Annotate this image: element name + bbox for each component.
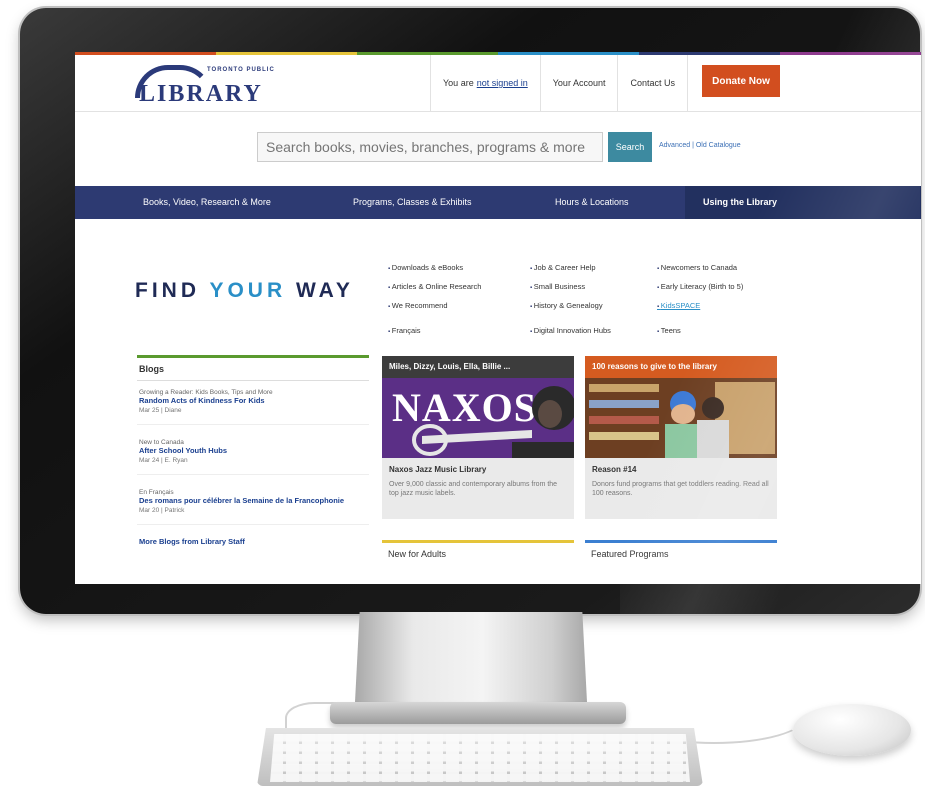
blog-item: En Français Des romans pour célébrer la … — [137, 475, 369, 525]
search-input[interactable] — [257, 132, 603, 162]
blog-title[interactable]: Random Acts of Kindness For Kids — [139, 396, 367, 405]
quick-link[interactable]: KidsSPACE — [657, 297, 743, 316]
contact-us-link[interactable]: Contact Us — [617, 55, 688, 111]
monitor-bezel: TORONTO PUBLIC LIBRARY You are not signe… — [20, 8, 921, 614]
quick-link[interactable]: Newcomers to Canada — [657, 259, 743, 278]
site-header: TORONTO PUBLIC LIBRARY You are not signe… — [75, 55, 921, 112]
keyboard-keys — [270, 734, 690, 782]
browser-screen: TORONTO PUBLIC LIBRARY You are not signe… — [75, 52, 921, 584]
reasons-card-title[interactable]: Reason #14 — [585, 458, 777, 474]
new-for-adults-heading[interactable]: New for Adults — [382, 540, 574, 565]
blog-meta: Mar 20 | Patrick — [139, 507, 185, 514]
quick-link[interactable]: Early Literacy (Birth to 5) — [657, 278, 744, 297]
blogs-panel: Blogs Growing a Reader: Kids Books, Tips… — [137, 355, 369, 556]
naxos-card-title[interactable]: Naxos Jazz Music Library — [382, 458, 574, 474]
quick-link[interactable]: Small Business — [530, 278, 611, 297]
quick-links-col1: Downloads & eBooks Articles & Online Res… — [388, 259, 482, 341]
quick-link[interactable]: Digital Innovation Hubs — [530, 322, 611, 341]
signin-link[interactable]: not signed in — [477, 78, 528, 88]
nav-hours-locations[interactable]: Hours & Locations — [555, 197, 629, 207]
quick-link[interactable]: Teens — [657, 322, 743, 341]
quick-link[interactable]: Job & Career Help — [530, 259, 611, 278]
reasons-card[interactable]: 100 reasons to give to the library Reaso… — [585, 356, 777, 519]
monitor-stand-neck — [355, 612, 587, 702]
blog-category[interactable]: New to Canada — [139, 439, 367, 446]
search-advanced-links[interactable]: Advanced | Old Catalogue — [659, 142, 741, 149]
signin-status: You are not signed in — [430, 55, 540, 111]
kids-reading-photo-icon — [585, 378, 777, 458]
reasons-card-image — [585, 378, 777, 458]
reasons-card-text: Donors fund programs that get toddlers r… — [592, 481, 769, 497]
featured-programs-heading[interactable]: Featured Programs — [585, 540, 777, 565]
logo-small-text: TORONTO PUBLIC — [207, 67, 275, 73]
monitor-stand-base — [330, 702, 626, 724]
blog-item: New to Canada After School Youth Hubs Ma… — [137, 425, 369, 475]
more-blogs-link[interactable]: More Blogs from Library Staff — [139, 537, 367, 546]
blog-item: Growing a Reader: Kids Books, Tips and M… — [137, 381, 369, 425]
search-row: Search Advanced | Old Catalogue — [75, 112, 921, 186]
naxos-card[interactable]: Miles, Dizzy, Louis, Ella, Billie ... NA… — [382, 356, 574, 519]
quick-link[interactable]: We Recommend — [388, 297, 481, 316]
nav-programs[interactable]: Programs, Classes & Exhibits — [353, 197, 472, 207]
nav-using-library[interactable]: Using the Library — [703, 197, 777, 207]
blog-category[interactable]: Growing a Reader: Kids Books, Tips and M… — [139, 389, 367, 396]
find-your-way-heading: FIND YOUR WAY — [135, 279, 354, 303]
blogs-heading: Blogs — [137, 355, 369, 381]
logo-main-text: LIBRARY — [139, 81, 263, 107]
blog-item: More Blogs from Library Staff — [137, 525, 369, 556]
signin-prefix: You are — [443, 78, 474, 88]
reasons-card-heading: 100 reasons to give to the library — [585, 356, 777, 378]
find-word-2: YOUR — [209, 279, 287, 302]
donate-button[interactable]: Donate Now — [702, 65, 780, 97]
library-logo[interactable]: TORONTO PUBLIC LIBRARY — [135, 65, 275, 107]
your-account-link[interactable]: Your Account — [539, 55, 618, 111]
quick-link[interactable]: History & Genealogy — [530, 297, 611, 316]
quick-link[interactable]: Articles & Online Research — [388, 278, 482, 297]
quick-links-col2: Job & Career Help Small Business History… — [530, 259, 611, 341]
quick-link[interactable]: Français — [388, 322, 481, 341]
blog-meta: Mar 24 | E. Ryan — [139, 457, 188, 464]
mouse — [793, 704, 911, 756]
blog-meta: Mar 25 | Diane — [139, 407, 182, 414]
find-word-1: FIND — [135, 279, 200, 302]
blog-title[interactable]: After School Youth Hubs — [139, 446, 367, 455]
nav-books-video[interactable]: Books, Video, Research & More — [143, 197, 271, 207]
main-nav: Books, Video, Research & More Programs, … — [75, 186, 921, 219]
find-word-3: WAY — [296, 279, 354, 302]
quick-link[interactable]: Downloads & eBooks — [388, 259, 481, 278]
naxos-card-heading: Miles, Dizzy, Louis, Ella, Billie ... — [382, 356, 574, 378]
header-links: You are not signed in Your Account Conta… — [430, 55, 688, 111]
trumpet-player-icon — [412, 386, 574, 458]
naxos-card-text: Over 9,000 classic and contemporary albu… — [389, 481, 558, 497]
naxos-card-image: NAXOS — [382, 378, 574, 458]
search-button[interactable]: Search — [608, 132, 652, 162]
blog-title[interactable]: Des romans pour célébrer la Semaine de l… — [139, 496, 367, 505]
quick-links-col3: Newcomers to Canada Early Literacy (Birt… — [657, 259, 744, 341]
blog-category[interactable]: En Français — [139, 489, 367, 496]
